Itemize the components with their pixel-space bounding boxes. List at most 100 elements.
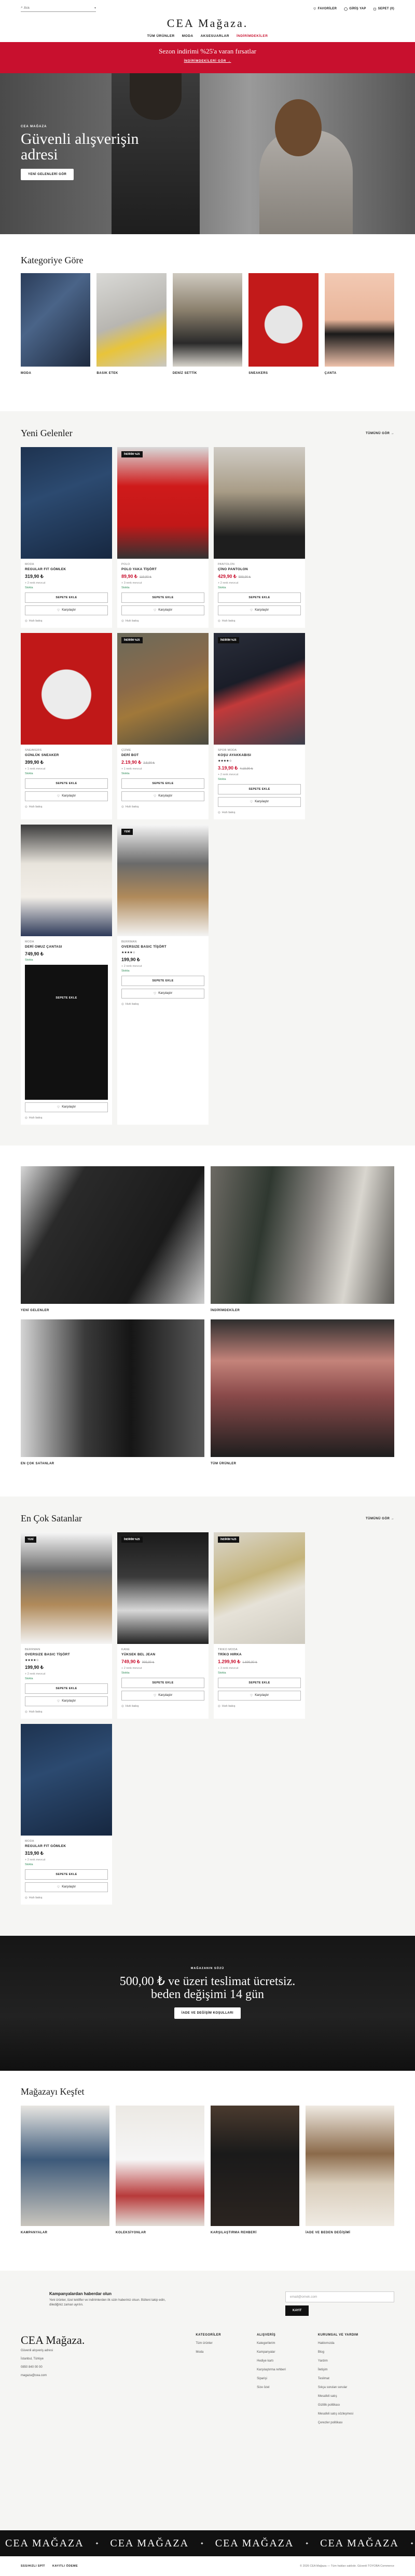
product-name[interactable]: OVERSIZE BASIC TİŞÖRT <box>121 945 204 949</box>
quick-view-link[interactable]: ◎ Hızlı bakış <box>25 1896 108 1899</box>
product-name[interactable]: ÇİNO PANTOLON <box>218 568 301 571</box>
compare-button[interactable]: ♡ Karşılaştır <box>121 791 204 801</box>
add-to-cart-button[interactable]: SEPETE EKLE <box>25 1683 108 1694</box>
product-image[interactable]: İNDİRİM %25 <box>117 447 209 559</box>
quick-view-link[interactable]: ◎ Hızlı bakış <box>218 619 301 623</box>
product-name[interactable]: YÜKSEK BEL JEAN <box>121 1653 204 1656</box>
footer-link[interactable]: Mesafeli satış sözleşmesi <box>318 2412 384 2416</box>
footer-link[interactable]: Sıkça sorulan sorular <box>318 2386 384 2389</box>
returns-button[interactable]: İADE VE DEĞİŞİM KOŞULLARI <box>174 2007 241 2019</box>
footer-link[interactable]: Yardım <box>318 2359 384 2363</box>
footer-link[interactable]: Tüm ürünler <box>196 2342 246 2345</box>
product-card[interactable]: YENİ BERRMAN OVERSIZE BASIC TİŞÖRT ★★★★☆ 199… <box>21 1532 112 1719</box>
compare-button[interactable]: ♡ Karşılaştır <box>121 1691 204 1701</box>
footer-link[interactable]: Hakkımızda <box>318 2342 384 2345</box>
compare-button[interactable]: ♡ Karşılaştır <box>218 797 301 807</box>
compare-button[interactable]: ♡ Karşılaştır <box>25 605 108 615</box>
footer-link[interactable]: Gizlilik politikası <box>318 2404 384 2407</box>
discover-card[interactable]: KARŞILAŞTIRMA REHBERİ <box>211 2106 299 2234</box>
footer-link[interactable]: Çerezler politikası <box>318 2421 384 2424</box>
nav-sale[interactable]: İNDİRİMDEKİLER <box>237 34 268 38</box>
add-to-cart-button[interactable]: SEPETE EKLE <box>218 592 301 603</box>
compare-button[interactable]: ♡ Karşılaştır <box>218 605 301 615</box>
compare-button[interactable]: ♡ Karşılaştır <box>218 1691 301 1701</box>
compare-button[interactable]: ♡ Karşılaştır <box>25 1696 108 1706</box>
editorial-card[interactable]: İNDİRİMDEKİLER <box>211 1166 394 1312</box>
product-name[interactable]: KOŞU AYAKKABISI <box>218 753 301 757</box>
quick-view-link[interactable]: ◎ Hızlı bakış <box>121 1003 204 1006</box>
product-name[interactable]: GÜNLÜK SNEAKER <box>25 753 108 757</box>
footer-link[interactable]: İletişim <box>318 2368 384 2371</box>
product-name[interactable]: REGULAR FIT GÖMLEK <box>25 1844 108 1848</box>
category-card[interactable]: MODA <box>21 273 91 375</box>
footer-link[interactable]: Kategorilerim <box>257 2342 308 2345</box>
search-input[interactable]: Ara <box>24 6 30 10</box>
product-image[interactable]: İNDİRİM %25 <box>117 1532 209 1644</box>
product-image[interactable]: YENİ <box>117 825 209 936</box>
product-name[interactable]: DERİ OMUZ ÇANTASI <box>25 945 108 949</box>
compare-button[interactable]: ♡ Karşılaştır <box>25 791 108 801</box>
product-name[interactable]: POLO YAKA TİŞÖRT <box>121 568 204 571</box>
footer-link[interactable]: Moda <box>196 2351 246 2354</box>
product-name[interactable]: OVERSIZE BASIC TİŞÖRT <box>25 1653 108 1656</box>
product-card[interactable]: İNDİRİM %25 KANE YÜKSEK BEL JEAN 749,90 ₺ 99… <box>117 1532 209 1719</box>
quick-view-link[interactable]: ◎ Hızlı bakış <box>25 619 108 623</box>
bottom-link[interactable]: SSS/HIZLI SPİT <box>21 2565 45 2568</box>
hero-cta-button[interactable]: YENİ GELENLERİ GÖR <box>21 169 74 180</box>
product-card[interactable]: MODA REGULAR FIT GÖMLEK 319,90 ₺ + 2 renk m… <box>21 447 112 628</box>
footer-logo[interactable]: CEA Mağaza. <box>21 2334 196 2347</box>
add-to-cart-button[interactable]: SEPETE EKLE <box>25 592 108 603</box>
product-image[interactable] <box>214 447 305 559</box>
subscribe-button[interactable]: KAYIT <box>285 2305 309 2316</box>
product-card[interactable]: PANTOLON ÇİNO PANTOLON 429,90 ₺ 599,90 ₺ + 2… <box>214 447 305 628</box>
site-logo[interactable]: CEA Mağaza. <box>0 18 415 29</box>
compare-button[interactable]: ♡ Karşılaştır <box>25 1102 108 1112</box>
footer-link[interactable]: Teslimat <box>318 2377 384 2380</box>
product-image[interactable] <box>21 825 112 936</box>
add-to-cart-button[interactable]: SEPETE EKLE <box>25 1869 108 1880</box>
add-to-cart-button[interactable]: SEPETE EKLE <box>218 1678 301 1688</box>
quick-view-link[interactable]: ◎ Hızlı bakış <box>25 1710 108 1714</box>
add-to-cart-button[interactable]: SEPETE EKLE <box>121 1678 204 1688</box>
promo-link[interactable]: İNDİRİMDEKİLERİ GÖR → <box>0 60 415 63</box>
footer-link[interactable]: Siparişi <box>257 2377 308 2380</box>
nav-fashion[interactable]: MODA <box>182 34 193 38</box>
product-image[interactable] <box>21 447 112 559</box>
product-card[interactable]: YENİ BERRMAN OVERSIZE BASIC TİŞÖRT ★★★★☆ 199… <box>117 825 209 1125</box>
bottom-link[interactable]: KAYITLI ÖDEME <box>52 2565 78 2568</box>
email-field[interactable]: email@ornek.com <box>285 2291 394 2302</box>
product-name[interactable]: DERİ BOT <box>121 753 204 757</box>
favorites-link[interactable]: ♡ FAVORİLER <box>313 7 337 11</box>
product-image[interactable]: İNDİRİM %25 <box>117 633 209 745</box>
category-card[interactable]: BASIK ETEK <box>96 273 167 375</box>
nav-accessories[interactable]: AKSESUARLAR <box>201 34 229 38</box>
editorial-card[interactable]: TÜM ÜRÜNLER <box>211 1319 394 1465</box>
add-to-cart-button[interactable]: SEPETE EKLE <box>25 965 108 1100</box>
nav-all-products[interactable]: TÜM ÜRÜNLER <box>147 34 175 38</box>
add-to-cart-button[interactable]: SEPETE EKLE <box>121 778 204 789</box>
quick-view-link[interactable]: ◎ Hızlı bakış <box>121 1705 204 1708</box>
login-link[interactable]: ◯ GİRİŞ YAP <box>344 7 366 11</box>
compare-button[interactable]: ♡ Karşılaştır <box>25 1882 108 1892</box>
product-card[interactable]: MODA DERİ OMUZ ÇANTASI 749,90 ₺ Stokta SEPET… <box>21 825 112 1125</box>
product-image[interactable]: İNDİRİM %25 <box>214 1532 305 1644</box>
quick-view-link[interactable]: ◎ Hızlı bakış <box>121 619 204 623</box>
add-to-cart-button[interactable]: SEPETE EKLE <box>121 976 204 986</box>
product-image[interactable] <box>21 1724 112 1836</box>
product-name[interactable]: REGULAR FIT GÖMLEK <box>25 568 108 571</box>
footer-link[interactable]: Kampanyalar <box>257 2351 308 2354</box>
footer-link[interactable]: Mesafeli satış <box>318 2395 384 2398</box>
quick-view-link[interactable]: ◎ Hızlı bakış <box>121 805 204 808</box>
category-card[interactable]: SNEAKERS <box>248 273 319 375</box>
product-image[interactable]: İNDİRİM %25 <box>214 633 305 745</box>
product-card[interactable]: İNDİRİM %25 POLO POLO YAKA TİŞÖRT 89,90 ₺ 11… <box>117 447 209 628</box>
cart-link[interactable]: ▢ SEPET (0) <box>374 7 394 11</box>
footer-email[interactable]: magaza@cea.com <box>21 2374 196 2377</box>
editorial-card[interactable]: YENİ GELENLER <box>21 1166 204 1312</box>
footer-link[interactable]: Hediye kartı <box>257 2359 308 2363</box>
add-to-cart-button[interactable]: SEPETE EKLE <box>25 778 108 789</box>
category-card[interactable]: DENİZ SETTİK <box>172 273 243 375</box>
footer-phone[interactable]: 0850 840 00 00 <box>21 2366 196 2369</box>
product-card[interactable]: İNDİRİM %25 ÇİZME DERİ BOT 2.19,90 ₺ 2.5,90 … <box>117 633 209 819</box>
add-to-cart-button[interactable]: SEPETE EKLE <box>121 592 204 603</box>
